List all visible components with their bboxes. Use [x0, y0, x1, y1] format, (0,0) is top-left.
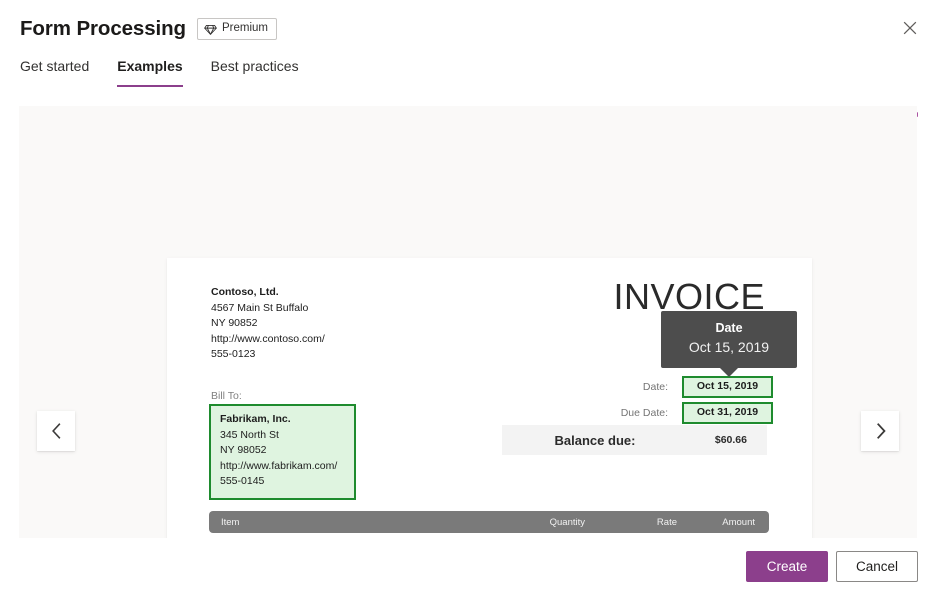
table-header-row: Item Quantity Rate Amount [209, 511, 769, 533]
seller-website: http://www.contoso.com/ [211, 332, 325, 345]
cancel-button[interactable]: Cancel [836, 551, 918, 582]
bill-to-label: Bill To: [211, 390, 242, 402]
invoice-content: Contoso, Ltd. 4567 Main St Buffalo NY 90… [167, 258, 812, 538]
invoice-date-highlight-box[interactable]: Oct 15, 2019 [682, 376, 773, 398]
seller-name: Contoso, Ltd. [211, 286, 279, 298]
tab-get-started[interactable]: Get started [20, 57, 89, 87]
close-button[interactable] [894, 12, 926, 44]
tooltip-value: Oct 15, 2019 [688, 339, 770, 355]
column-header-item: Item [221, 516, 240, 528]
cell-item: Monthly service fee [209, 537, 493, 538]
premium-badge: Premium [196, 18, 277, 40]
bill-to-highlight-box[interactable]: Fabrikam, Inc. 345 North St NY 98052 htt… [209, 404, 356, 500]
invoice-due-date-row: Due Date: Oct 31, 2019 [473, 400, 773, 426]
invoice-due-date-label: Due Date: [620, 407, 668, 419]
chevron-left-icon [51, 423, 60, 439]
field-tooltip: Date Oct 15, 2019 [661, 311, 797, 377]
dialog-footer: Create Cancel [746, 551, 918, 582]
bill-to-address-line2: NY 98052 [220, 444, 267, 456]
seller-phone: 555-0123 [211, 348, 256, 360]
invoice-due-date-highlight-box[interactable]: Oct 31, 2019 [682, 402, 773, 424]
invoice-date-label: Date: [642, 381, 668, 393]
premium-badge-label: Premium [221, 22, 268, 35]
sample-invoice-document[interactable]: Contoso, Ltd. 4567 Main St Buffalo NY 90… [167, 258, 812, 538]
dialog-header: Form Processing Premium [0, 0, 936, 52]
bill-to-phone: 555-0145 [220, 475, 265, 487]
title-row: Form Processing Premium [20, 18, 277, 40]
tooltip-title: Date [715, 321, 743, 335]
invoice-date-row: Date: Oct 15, 2019 [473, 374, 773, 400]
chevron-right-icon [876, 423, 886, 439]
balance-due-label: Balance due: [554, 432, 636, 448]
cell-quantity: 1 [493, 537, 585, 538]
column-header-rate: Rate [656, 516, 677, 528]
gem-icon [204, 23, 217, 36]
create-button[interactable]: Create [746, 551, 828, 582]
examples-carousel-panel: Contoso, Ltd. 4567 Main St Buffalo NY 90… [19, 106, 917, 538]
tab-best-practices[interactable]: Best practices [211, 57, 299, 87]
carousel-next-button[interactable] [861, 411, 899, 451]
balance-due-row: Balance due: $60.66 [502, 425, 767, 455]
invoice-heading: INVOICE [613, 276, 765, 317]
bill-to-website: http://www.fabrikam.com/ [220, 459, 338, 472]
table-row: Monthly service fee 1 $40.00 $40.00 [209, 533, 769, 538]
close-icon [903, 21, 917, 35]
line-items-table: Item Quantity Rate Amount Monthly servic… [209, 511, 769, 538]
balance-due-amount: $60.66 [714, 434, 747, 446]
tab-bar: Get started Examples Best practices [20, 57, 299, 87]
form-processing-dialog: Form Processing Premium Get started Exam… [0, 0, 936, 599]
tab-examples[interactable]: Examples [117, 57, 184, 87]
column-header-amount: Amount [722, 516, 755, 528]
cell-amount: $40.00 [677, 537, 769, 538]
seller-address-line2: NY 90852 [211, 317, 258, 329]
bill-to-address-line1: 345 North St [220, 428, 279, 441]
page-title: Form Processing [20, 16, 186, 40]
carousel-previous-button[interactable] [37, 411, 75, 451]
seller-address-line1: 4567 Main St Buffalo [211, 301, 309, 314]
invoice-date-rows: Date: Oct 15, 2019 Due Date: Oct 31, 201… [473, 374, 773, 426]
column-header-quantity: Quantity [549, 516, 585, 528]
cell-rate: $40.00 [585, 537, 677, 538]
seller-block: Contoso, Ltd. 4567 Main St Buffalo NY 90… [211, 285, 325, 363]
bill-to-name: Fabrikam, Inc. [220, 413, 291, 425]
